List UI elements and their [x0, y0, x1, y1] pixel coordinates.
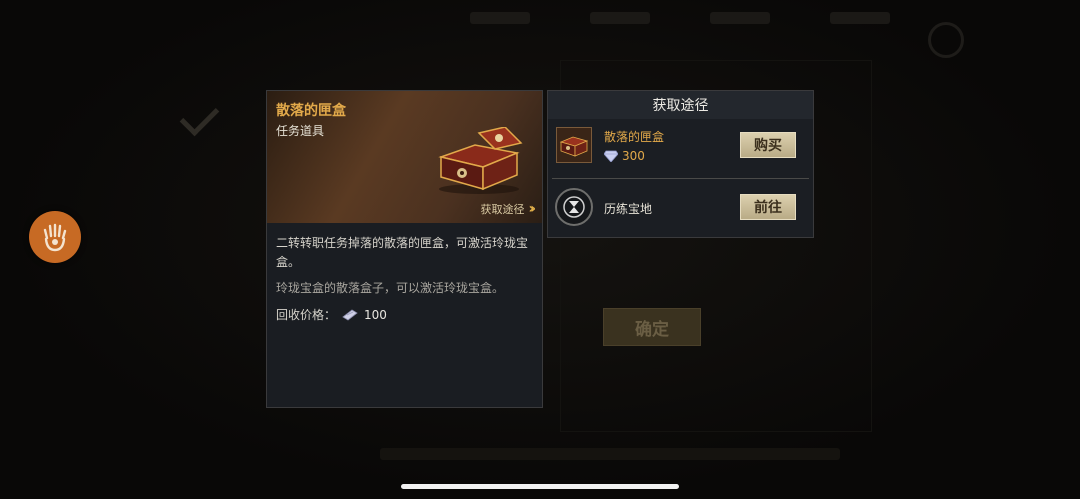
item-description-secondary: 玲珑宝盒的散落盒子，可以激活玲珑宝盒。 — [276, 281, 505, 295]
gear-icon — [928, 22, 964, 58]
palm-icon — [43, 223, 67, 252]
price-value: 300 — [622, 149, 645, 163]
diamond-icon — [604, 150, 618, 162]
obtain-path-panel: 获取途径 散落的匣盒 300 购买 历练宝地 前往 — [547, 90, 814, 238]
background-top-tabs — [470, 12, 890, 32]
treasure-box-icon — [559, 136, 589, 157]
obtain-link-label: 获取途径 — [480, 203, 525, 216]
recycle-label: 回收价格： — [276, 308, 337, 322]
source-name: 历练宝地 — [604, 202, 653, 216]
buy-button[interactable]: 购买 — [740, 132, 796, 158]
treasure-box-icon — [438, 127, 523, 194]
source-price: 300 — [604, 149, 645, 163]
hand-action-button[interactable] — [29, 211, 81, 263]
obtain-panel-title: 获取途径 — [548, 91, 813, 119]
divider — [552, 178, 809, 179]
source-row-dungeon: 历练宝地 前往 — [554, 187, 809, 233]
double-chevron-icon: ›› — [528, 201, 535, 217]
recycle-price: 回收价格： 100 — [276, 306, 387, 323]
item-thumbnail — [556, 127, 592, 163]
source-row-shop: 散落的匣盒 300 购买 — [554, 125, 809, 171]
confirm-button: 确定 — [603, 308, 701, 346]
source-name: 散落的匣盒 — [604, 130, 665, 144]
item-type: 任务道具 — [276, 124, 325, 138]
item-header: 散落的匣盒 任务道具 获取途径 ›› — [267, 91, 542, 223]
recycle-value: 100 — [364, 307, 387, 322]
obtain-path-link[interactable]: 获取途径 ›› — [480, 201, 535, 217]
item-name: 散落的匣盒 — [276, 103, 346, 119]
background-footer — [380, 448, 840, 460]
home-indicator[interactable] — [401, 484, 679, 489]
item-description: 二转转职任务掉落的散落的匣盒，可激活玲珑宝盒。 — [276, 236, 529, 269]
hourglass-icon — [555, 188, 593, 226]
silver-ticket-icon — [342, 309, 358, 320]
goto-button[interactable]: 前往 — [740, 194, 796, 220]
item-detail-card: 散落的匣盒 任务道具 获取途径 ›› 二转转职任务掉落的散落的匣盒，可激活玲珑宝… — [266, 90, 543, 408]
